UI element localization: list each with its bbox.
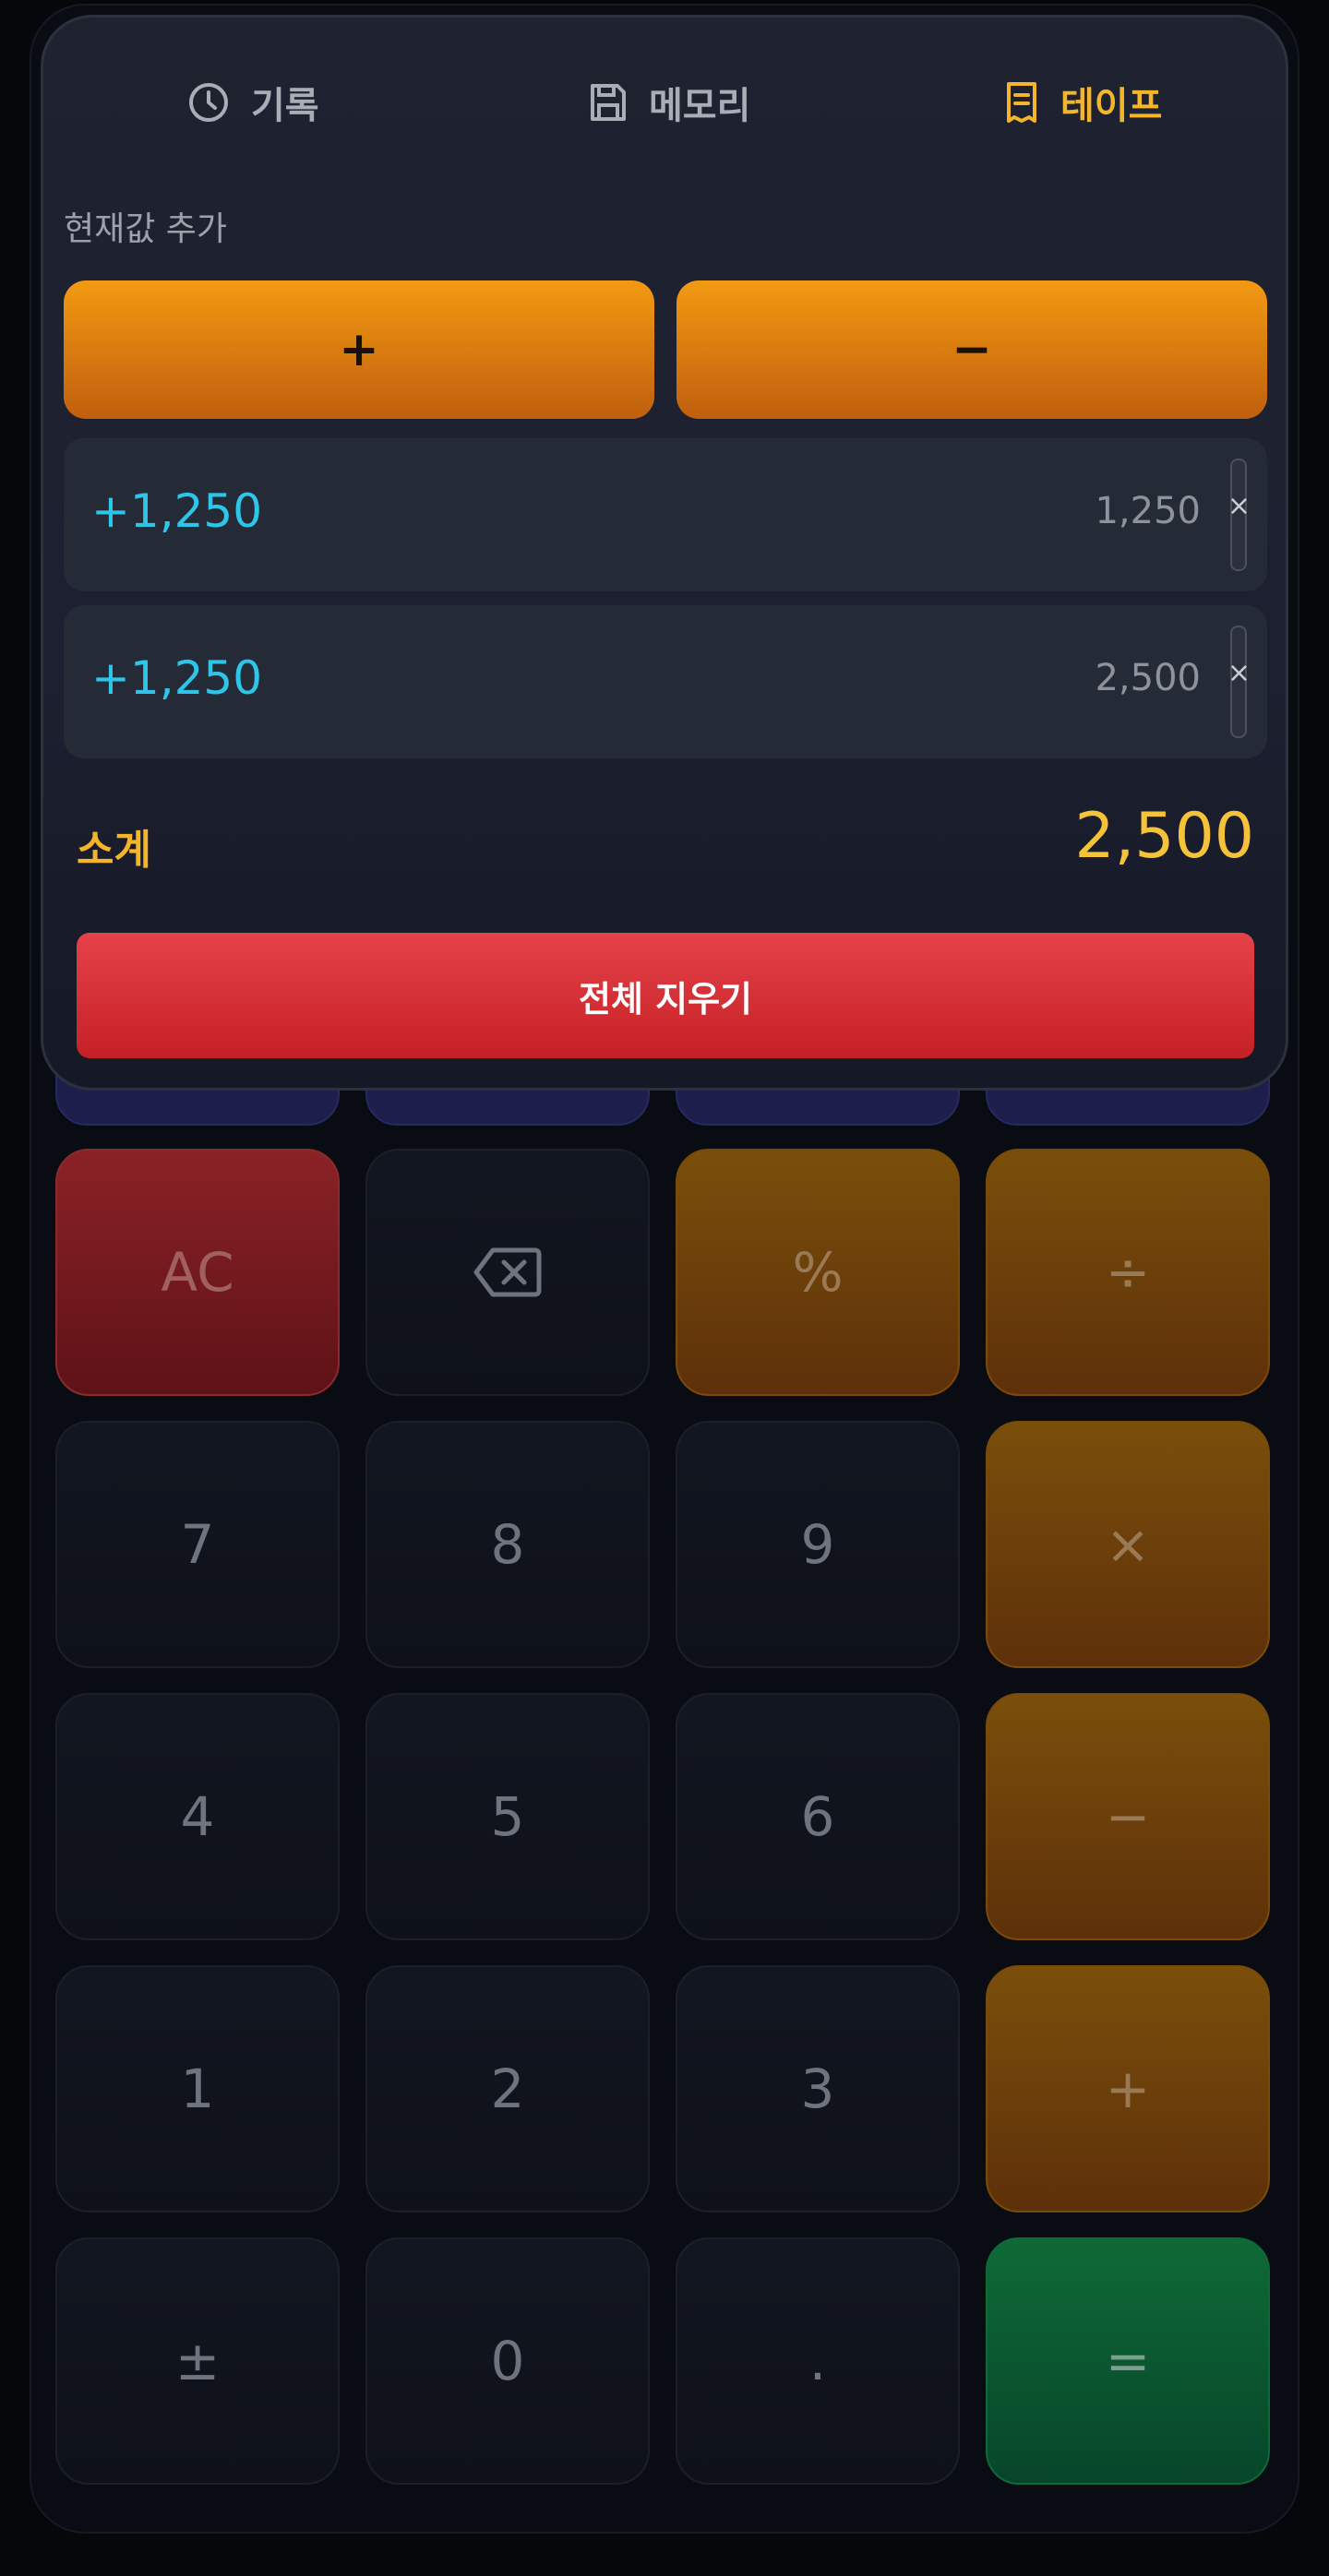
- subtotal-label: 소계: [77, 827, 151, 874]
- tape-entry-delta: +1,250: [91, 484, 263, 538]
- tape-entry: +1,250 1,250 ×: [64, 438, 1267, 591]
- clock-icon: [189, 83, 228, 122]
- add-plus-button[interactable]: +: [64, 280, 654, 419]
- digit-2-button[interactable]: 2: [365, 1965, 650, 2212]
- add-minus-button[interactable]: −: [676, 280, 1267, 419]
- digit-0-button[interactable]: 0: [365, 2237, 650, 2485]
- tape-entry-delete-button[interactable]: ×: [1227, 657, 1251, 689]
- tab-tape-label: 테이프: [1060, 85, 1163, 127]
- digit-9-button[interactable]: 9: [676, 1421, 960, 1668]
- backspace-icon: [473, 1247, 542, 1297]
- tab-memory[interactable]: 메모리: [588, 73, 750, 132]
- multiply-button[interactable]: ×: [986, 1421, 1270, 1668]
- divide-button[interactable]: ÷: [986, 1149, 1270, 1396]
- digit-5-button[interactable]: 5: [365, 1693, 650, 1940]
- save-icon: [591, 84, 626, 121]
- tape-panel: 기록 메모리 테이프 현재값 추가 + − +1,250 1,250 × +1,…: [41, 15, 1288, 1091]
- digit-4-button[interactable]: 4: [55, 1693, 340, 1940]
- tab-memory-label: 메모리: [649, 85, 751, 127]
- all-clear-button[interactable]: AC: [55, 1149, 340, 1396]
- tab-history-label: 기록: [251, 85, 319, 127]
- digit-3-button[interactable]: 3: [676, 1965, 960, 2212]
- percent-button[interactable]: %: [676, 1149, 960, 1396]
- digit-6-button[interactable]: 6: [676, 1693, 960, 1940]
- tape-entry-running-total: 1,250: [1095, 490, 1201, 532]
- equals-button[interactable]: =: [986, 2237, 1270, 2485]
- clear-all-button[interactable]: 전체 지우기: [77, 933, 1254, 1058]
- receipt-icon: [1007, 82, 1036, 123]
- tape-entry-running-total: 2,500: [1095, 657, 1201, 699]
- minus-button[interactable]: −: [986, 1693, 1270, 1940]
- plus-minus-button[interactable]: ±: [55, 2237, 340, 2485]
- decimal-button[interactable]: .: [676, 2237, 960, 2485]
- subtotal-value: 2,500: [1074, 800, 1254, 873]
- add-current-value-label: 현재값 추가: [64, 210, 228, 248]
- tape-entry-delta: +1,250: [91, 651, 263, 705]
- digit-7-button[interactable]: 7: [55, 1421, 340, 1668]
- digit-8-button[interactable]: 8: [365, 1421, 650, 1668]
- backspace-button[interactable]: [365, 1149, 650, 1396]
- tape-entry: +1,250 2,500 ×: [64, 605, 1267, 758]
- digit-1-button[interactable]: 1: [55, 1965, 340, 2212]
- tab-tape[interactable]: 테이프: [1003, 73, 1162, 132]
- plus-button[interactable]: +: [986, 1965, 1270, 2212]
- tab-history[interactable]: 기록: [186, 73, 319, 132]
- tape-entry-delete-button[interactable]: ×: [1227, 490, 1251, 522]
